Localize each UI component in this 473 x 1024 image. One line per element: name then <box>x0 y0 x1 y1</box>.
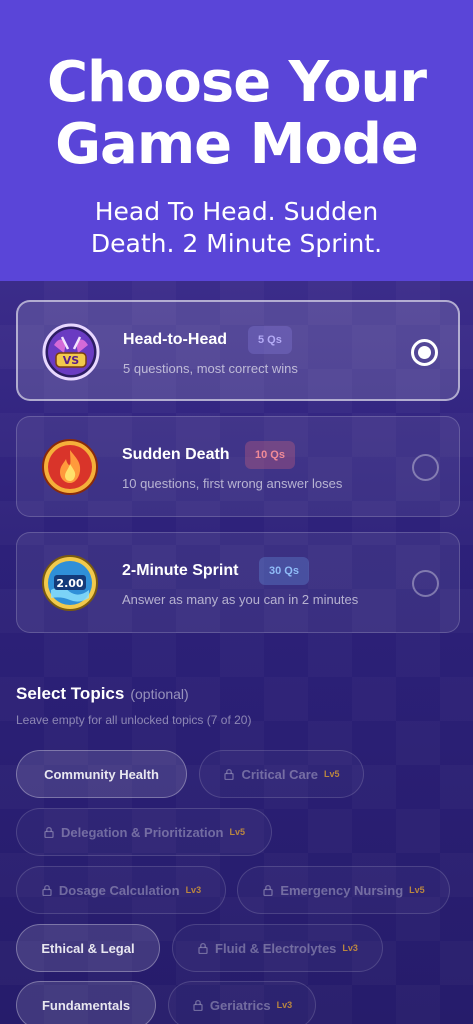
topic-chip-geriatrics[interactable]: Geriatrics Lv3 <box>168 981 316 1024</box>
svg-text:VS: VS <box>63 354 80 367</box>
mode-description: 5 questions, most correct wins <box>123 361 298 376</box>
question-count-badge: 10 Qs <box>245 441 295 469</box>
mode-name: Head-to-Head <box>123 331 228 348</box>
mode-card-sudden-death[interactable]: Sudden Death 10 Qs 10 questions, first w… <box>16 416 460 517</box>
optional-label: (optional) <box>130 686 189 702</box>
hero-banner: Choose Your Game Mode Head To Head. Sudd… <box>0 0 473 281</box>
mode-name: Sudden Death <box>122 446 230 463</box>
mode-description: Answer as many as you can in 2 minutes <box>122 592 359 607</box>
topic-chip-critical-care[interactable]: Critical Care Lv5 <box>199 750 364 798</box>
mode-card-head-to-head[interactable]: VS Head-to-Head 5 Qs 5 questions, most c… <box>16 300 460 401</box>
question-count-badge: 5 Qs <box>248 326 292 354</box>
lock-icon <box>263 884 273 896</box>
radio-unselected[interactable] <box>412 570 439 597</box>
page-subtitle: Head To Head. Sudden Death. 2 Minute Spr… <box>90 197 383 258</box>
topic-chip-fundamentals[interactable]: Fundamentals <box>16 981 156 1024</box>
level-requirement: Lv5 <box>409 885 425 895</box>
level-requirement: Lv5 <box>229 827 246 837</box>
timer-icon: 2.00 <box>42 555 98 611</box>
level-requirement: Lv3 <box>276 1000 293 1010</box>
lock-icon <box>44 826 54 838</box>
topic-chip-community-health[interactable]: Community Health <box>16 750 187 798</box>
mode-card-2-minute-sprint[interactable]: 2.00 2-Minute Sprint 30 Qs Answer as man… <box>16 532 460 633</box>
topic-chip-dosage-calculation[interactable]: Dosage Calculation Lv3 <box>16 866 226 914</box>
mode-description: 10 questions, first wrong answer loses <box>122 476 343 491</box>
vs-icon: VS <box>42 323 100 381</box>
lock-icon <box>193 999 203 1011</box>
lock-icon <box>42 884 52 896</box>
question-count-badge: 30 Qs <box>259 557 309 585</box>
lock-icon <box>224 768 235 780</box>
fire-icon <box>42 439 98 495</box>
topic-chip-ethical-legal[interactable]: Ethical & Legal <box>16 924 160 972</box>
topics-heading: Select Topics (optional) <box>16 684 189 703</box>
svg-text:2.00: 2.00 <box>56 577 83 590</box>
level-requirement: Lv3 <box>342 943 358 953</box>
level-requirement: Lv3 <box>185 885 202 895</box>
page-title: Choose Your Game Mode <box>46 50 427 177</box>
topics-hint: Leave empty for all unlocked topics (7 o… <box>16 713 252 727</box>
topic-chip-fluid-electrolytes[interactable]: Fluid & Electrolytes Lv3 <box>172 924 383 972</box>
lock-icon <box>198 942 208 954</box>
mode-name: 2-Minute Sprint <box>122 562 239 579</box>
topic-chip-emergency-nursing[interactable]: Emergency Nursing Lv5 <box>237 866 450 914</box>
level-requirement: Lv5 <box>324 769 340 779</box>
topic-chip-delegation-prioritization[interactable]: Delegation & Prioritization Lv5 <box>16 808 272 856</box>
radio-selected[interactable] <box>411 339 438 366</box>
radio-unselected[interactable] <box>412 454 439 481</box>
